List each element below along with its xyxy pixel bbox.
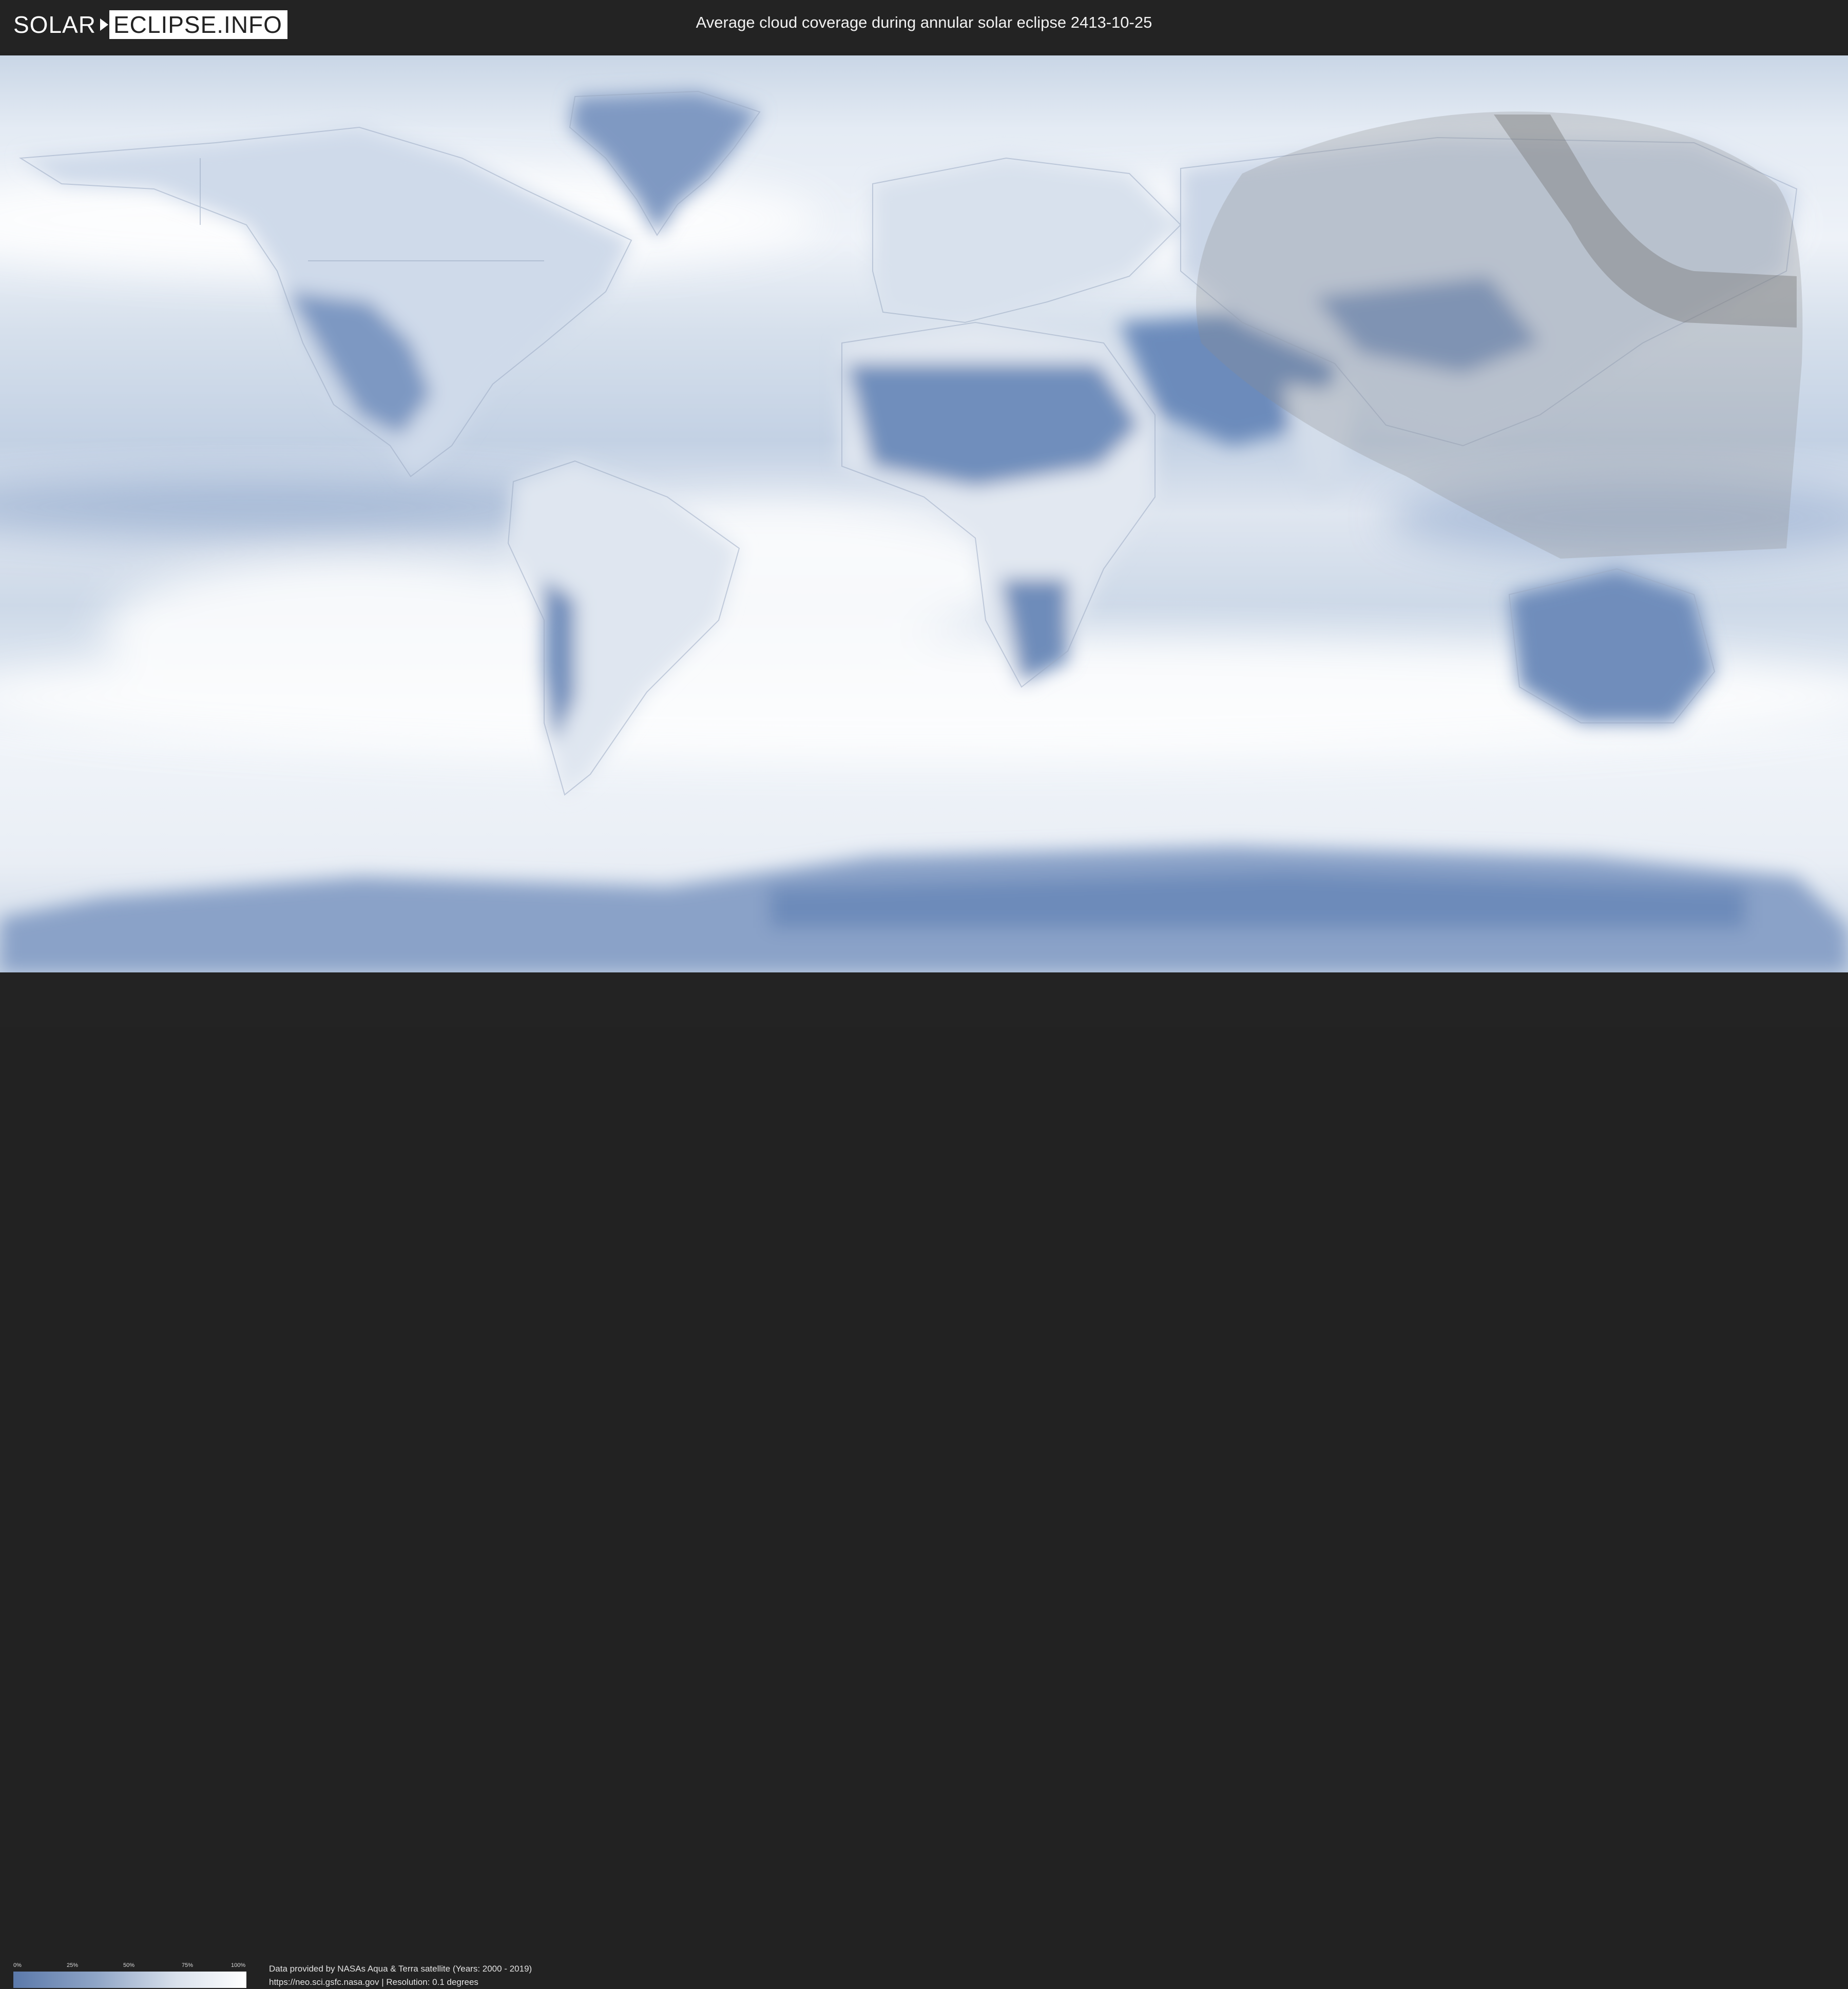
footer-bar: 0% 25% 50% 75% 100% Data provided by NAS…: [0, 973, 1848, 1988]
map-canvas: [0, 55, 1848, 972]
legend-tick-100: 100%: [231, 1962, 246, 1968]
page-title: Average cloud coverage during annular so…: [696, 13, 1152, 31]
legend-tick-50: 50%: [123, 1962, 135, 1968]
legend-tick-0: 0%: [13, 1962, 22, 1968]
legend-color-bar: [13, 1972, 246, 1988]
header-bar: SOLAR ECLIPSE.INFO Average cloud coverag…: [0, 0, 1848, 52]
cloud-coverage-map[interactable]: [0, 55, 1848, 972]
legend-ticks: 0% 25% 50% 75% 100%: [13, 1962, 246, 1971]
legend-tick-75: 75%: [182, 1962, 194, 1968]
credits-line-1: Data provided by NASAs Aqua & Terra sate…: [269, 1964, 532, 1974]
cloud-coverage-legend: 0% 25% 50% 75% 100%: [13, 1962, 246, 1988]
legend-tick-25: 25%: [67, 1962, 79, 1968]
data-credits: Data provided by NASAs Aqua & Terra sate…: [269, 1962, 532, 1989]
credits-line-2: https://neo.sci.gsfc.nasa.gov | Resoluti…: [269, 1977, 478, 1987]
